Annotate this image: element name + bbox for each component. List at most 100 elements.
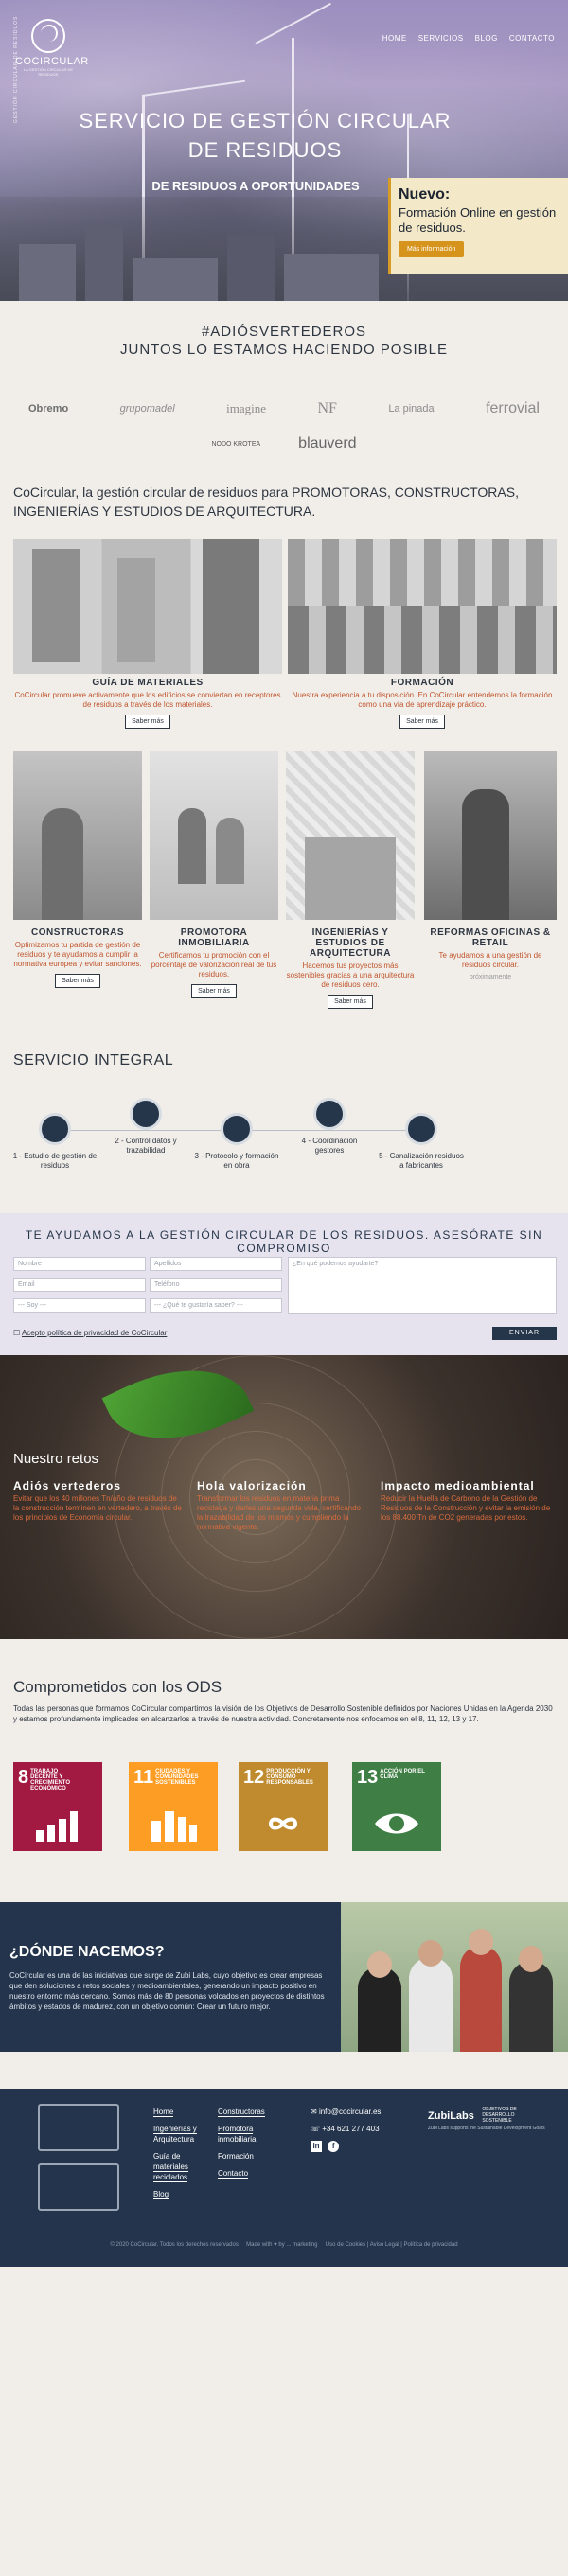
logo-subtitle: LA GESTIÓN CIRCULAR DE RESIDUOS [23,67,73,77]
copyright-bar: © 2020 CoCircular. Todos los derechos re… [0,2242,568,2248]
card-promotora: PROMOTORA INMOBILIARIA Certificamos tu p… [150,927,278,998]
clients-heading: #ADIÓSVERTEDEROS JUNTOS LO ESTAMOS HACIE… [0,324,568,358]
factory-icon [405,1113,437,1145]
servicio-integral-title: SERVICIO INTEGRAL [13,1052,174,1068]
footer-link-formacion[interactable]: Formación [218,2152,254,2161]
step-3: 3 - Protocolo y formación en obra [194,1113,279,1171]
ods-12[interactable]: 12 PRODUCCIÓN Y CONSUMO RESPONSABLES [239,1762,328,1851]
ods-8[interactable]: 8 TRABAJO DECENTE Y CRECIMIENTO ECONÓMICO [13,1762,102,1851]
logo-nf: NF [317,400,337,416]
reto-text: Reducir la Huella de Carbono de la Gesti… [381,1494,551,1522]
retos-title: Nuestro retos [13,1451,99,1467]
clipboard-icon [130,1098,162,1130]
telefono-field[interactable]: Teléfono [150,1278,282,1292]
main-nav: HOME SERVICIOS BLOG CONTACTO [382,34,555,43]
coordination-icon [313,1098,346,1130]
step-4: 4 - Coordinación gestores [287,1098,372,1156]
step-label: 1 - Estudio de gestión de residuos [12,1152,98,1170]
card-title: REFORMAS OFICINAS & RETAIL [430,927,551,948]
footer-link-guia[interactable]: Guía de materiales reciclados [153,2152,188,2182]
made-by: Made with ♥ by ... marketing [246,2242,318,2248]
copyright: © 2020 CoCircular. Todos los derechos re… [110,2242,239,2248]
saber-select[interactable]: --- ¿Qué te gustaría saber? --- [150,1298,282,1313]
donde-title: ¿DÓNDE NACEMOS? [9,1944,165,1960]
cocircular-logo[interactable]: COCIRCULAR LA GESTIÓN CIRCULAR DE RESIDU… [15,19,89,77]
step-5: 5 - Canalización residuos a fabricantes [379,1113,464,1171]
step-2: 2 - Control datos y trazabilidad [103,1098,188,1156]
privacy-label: Acepto política de privacidad de CoCircu… [21,1329,168,1337]
ingenierias-image [286,751,415,920]
step-label: 4 - Coordinación gestores [301,1137,358,1155]
mensaje-textarea[interactable]: ¿En qué podemos ayudarte? [288,1257,557,1314]
legal-links[interactable]: Uso de Cookies | Aviso Legal | Política … [326,2242,458,2248]
ods-13[interactable]: 13 ACCIÓN POR EL CLIMA [352,1762,441,1851]
card-title: PROMOTORA INMOBILIARIA [178,927,250,948]
nav-servicios[interactable]: SERVICIOS [418,34,464,43]
logo-blauverd: blauverd [298,435,357,451]
facebook-icon[interactable]: f [328,2141,340,2152]
card-text: Certificamos tu promoción con el porcent… [151,951,277,979]
footer-col-2: Constructoras Promotora inmobiliaria For… [218,2107,278,2185]
promo-button[interactable]: Más información [399,241,465,257]
card-text: Hacemos tus proyectos más sostenibles gr… [286,962,415,989]
saber-mas-button[interactable]: Saber más [399,715,445,729]
zubilabs-subtitle: Zubi Labs supports the Sustainable Devel… [428,2126,545,2132]
promo-title: Nuevo: [399,186,451,203]
search-icon [39,1113,71,1145]
apellidos-field[interactable]: Apellidos [150,1257,282,1271]
ods-label: PRODUCCIÓN Y CONSUMO RESPONSABLES [266,1769,313,1786]
footer-link-constructoras[interactable]: Constructoras [218,2108,265,2117]
ods-text: Todas las personas que formamos CoCircul… [13,1704,553,1723]
reto-1: Adiós vertederos Evitar que los 40 millo… [13,1479,184,1523]
saber-mas-button[interactable]: Saber más [191,984,237,998]
footer-logo-valoriza [38,2163,119,2211]
nombre-field[interactable]: Nombre [13,1257,146,1271]
eye-globe-icon [375,1813,418,1834]
team-photo [341,1902,568,2052]
step-label: 3 - Protocolo y formación en obra [194,1152,279,1170]
card-constructoras: CONSTRUCTORAS Optimizamos tu partida de … [13,927,142,988]
enviar-button[interactable]: ENVIAR [492,1327,557,1340]
card-ingenierias: INGENIERÍAS Y ESTUDIOS DE ARQUITECTURA H… [286,927,415,1009]
card-reformas: REFORMAS OFICINAS & RETAIL Te ayudamos a… [424,927,557,980]
card-title: CONSTRUCTORAS [31,927,124,938]
clients-title-2: JUNTOS LO ESTAMOS HACIENDO POSIBLE [119,342,448,358]
infinity-icon [268,1817,298,1830]
step-label: 5 - Canalización residuos a fabricantes [379,1152,464,1170]
footer-link-promotora[interactable]: Promotora inmobiliaria [218,2125,257,2144]
promo-box: Nuevo: Formación Online en gestión de re… [388,178,568,274]
saber-mas-button[interactable]: Saber más [125,715,170,729]
footer-link-contacto[interactable]: Contacto [218,2169,249,2179]
hero-title: SERVICIO DE GESTIÓN CIRCULAR DE RESIDUOS [79,109,452,162]
nav-blog[interactable]: BLOG [475,34,498,43]
saber-mas-button[interactable]: Saber más [328,995,373,1009]
saber-mas-button[interactable]: Saber más [55,974,100,988]
ods-11[interactable]: 11 CIUDADES Y COMUNIDADES SOSTENIBLES [129,1762,218,1851]
card-title: INGENIERÍAS Y ESTUDIOS DE ARQUITECTURA [310,927,391,959]
reto-title: Hola valorización [197,1479,307,1492]
footer-link-ingenierias[interactable]: Ingenierías y Arquitectura [153,2125,197,2144]
nav-home[interactable]: HOME [382,34,407,43]
privacy-checkbox[interactable]: ☐ Acepto política de privacidad de CoCir… [13,1329,167,1337]
nav-contacto[interactable]: CONTACTO [509,34,555,43]
card-title: GUÍA DE MATERIALES [92,678,204,688]
ods-label: CIUDADES Y COMUNIDADES SOSTENIBLES [155,1769,199,1786]
soy-select[interactable]: --- Soy --- [13,1298,146,1313]
ods-number: 8 [18,1767,29,1788]
donde-nacemos-section: ¿DÓNDE NACEMOS? CoCircular es una de las… [0,1902,341,2052]
promotora-image [150,751,278,920]
guia-materiales-image [13,539,282,674]
logo-obremo: Obremo [28,403,69,415]
footer-link-blog[interactable]: Blog [153,2190,169,2199]
logo-name: COCIRCULAR [15,56,89,67]
promo-text: Formación Online en gestión de residuos. [399,205,557,235]
ods-label: TRABAJO DECENTE Y CRECIMIENTO ECONÓMICO [30,1769,71,1791]
linkedin-icon[interactable]: in [311,2141,322,2152]
email-field[interactable]: Email [13,1278,146,1292]
footer-email[interactable]: info@cocircular.es [319,2108,381,2116]
reto-title: Impacto medioambiental [381,1479,535,1492]
footer-link-home[interactable]: Home [153,2108,174,2117]
donde-text: CoCircular es una de las iniciativas que… [9,1971,325,2011]
footer-phone[interactable]: +34 621 277 403 [322,2125,379,2133]
intro-text: CoCircular, la gestión circular de resid… [13,485,519,519]
